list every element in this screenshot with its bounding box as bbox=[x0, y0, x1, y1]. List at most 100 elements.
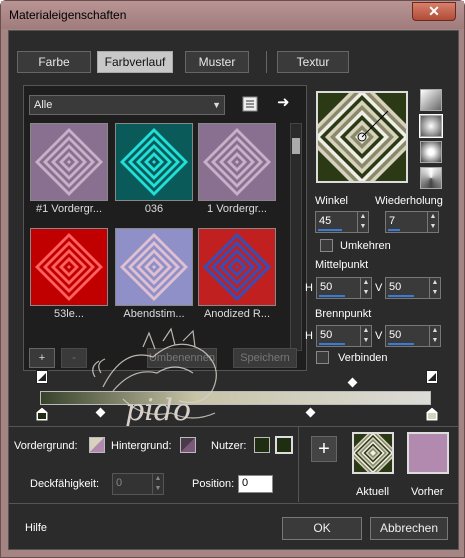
center-h-label: H bbox=[305, 282, 313, 294]
background-swatch[interactable] bbox=[180, 437, 196, 453]
library-scrollbar[interactable] bbox=[290, 123, 302, 351]
dialog-window: Materialeigenschaften ✕ Farbe Farbverlau… bbox=[0, 0, 465, 558]
invert-label[interactable]: Umkehren bbox=[340, 240, 391, 252]
invert-checkbox[interactable] bbox=[320, 239, 333, 252]
title-bar: Materialeigenschaften ✕ bbox=[1, 1, 464, 29]
add-to-swatches-button[interactable]: + bbox=[311, 436, 337, 462]
repeat-label: Wiederholung bbox=[375, 195, 443, 207]
angle-spinner[interactable]: 45 ▲ ▼ bbox=[315, 211, 369, 233]
category-value: Alle bbox=[34, 99, 53, 111]
opacity-midpoint-marker[interactable] bbox=[347, 377, 358, 388]
gradient-thumbnail-label: Anodized R... bbox=[203, 308, 271, 320]
center-v-label: V bbox=[375, 282, 383, 294]
spinner-arrows-icon[interactable]: ▲ ▼ bbox=[152, 474, 163, 494]
focus-h-value: 50 bbox=[320, 329, 333, 341]
center-v-slider-bar[interactable] bbox=[388, 295, 414, 297]
save-button[interactable]: Speichern bbox=[233, 348, 297, 368]
position-field[interactable]: 0 bbox=[238, 475, 273, 493]
position-value: 0 bbox=[242, 477, 249, 489]
link-checkbox[interactable] bbox=[316, 351, 329, 364]
center-v-value: 50 bbox=[389, 281, 402, 293]
focus-v-label: V bbox=[375, 330, 383, 342]
foreground-label: Vordergrund: bbox=[14, 440, 78, 452]
previous-label: Vorher bbox=[411, 486, 444, 498]
spinner-arrows-icon[interactable]: ▲ ▼ bbox=[427, 212, 438, 232]
opacity-value: 0 bbox=[116, 477, 123, 489]
radial-gradient-type-button[interactable] bbox=[420, 141, 442, 163]
angle-label: Winkel bbox=[315, 195, 349, 207]
background-label: Hintergrund: bbox=[111, 440, 172, 452]
close-button[interactable]: ✕ bbox=[412, 2, 456, 21]
linear-gradient-type-button[interactable] bbox=[420, 89, 442, 111]
center-point-label: Mittelpunkt bbox=[315, 259, 369, 271]
spinner-arrows-icon[interactable]: ▲ ▼ bbox=[429, 278, 440, 298]
position-label: Position: bbox=[192, 478, 235, 490]
spinner-arrows-icon[interactable]: ▲ ▼ bbox=[360, 278, 371, 298]
angle-value: 45 bbox=[319, 215, 332, 227]
divider bbox=[298, 427, 299, 502]
gradient-thumbnail-label: 036 bbox=[144, 203, 164, 215]
tab-farbe[interactable]: Farbe bbox=[17, 51, 91, 73]
focus-h-slider-bar[interactable] bbox=[319, 343, 345, 345]
add-gradient-button[interactable]: + bbox=[29, 348, 55, 368]
color-stop-bottom-left-icon[interactable] bbox=[35, 406, 49, 422]
gradient-thumbnail-label: #1 Vordergr... bbox=[35, 203, 103, 215]
tab-farbverlauf[interactable]: Farbverlauf bbox=[97, 51, 173, 73]
user-color-swatch[interactable] bbox=[254, 437, 270, 453]
color-stop-bottom-right-icon[interactable] bbox=[425, 406, 439, 422]
focus-v-slider-bar[interactable] bbox=[388, 343, 414, 345]
window-title: Materialeigenschaften bbox=[9, 8, 127, 22]
repeat-value: 7 bbox=[389, 215, 396, 227]
spinner-arrows-icon[interactable]: ▲ ▼ bbox=[429, 326, 440, 346]
link-label[interactable]: Verbinden bbox=[338, 352, 388, 364]
tab-muster[interactable]: Muster bbox=[185, 51, 249, 73]
center-v-spinner[interactable]: 50 ▲ ▼ bbox=[385, 277, 441, 299]
previous-material-swatch[interactable] bbox=[407, 432, 449, 474]
center-h-spinner[interactable]: 50 ▲ ▼ bbox=[316, 277, 372, 299]
focus-v-value: 50 bbox=[389, 329, 402, 341]
focus-v-spinner[interactable]: 50 ▲ ▼ bbox=[385, 325, 441, 347]
divider bbox=[9, 503, 458, 504]
arrow-right-icon[interactable]: ➜ bbox=[277, 95, 293, 111]
tab-textur[interactable]: Textur bbox=[277, 51, 349, 73]
user-color-swatch-selected[interactable] bbox=[275, 436, 293, 454]
user-label: Nutzer: bbox=[211, 440, 247, 452]
gradient-thumbnail[interactable] bbox=[115, 228, 193, 306]
repeat-spinner[interactable]: 7 ▲ ▼ bbox=[385, 211, 439, 233]
focus-h-spinner[interactable]: 50 ▲ ▼ bbox=[316, 325, 372, 347]
divider bbox=[9, 426, 458, 427]
gradient-preview[interactable] bbox=[316, 91, 408, 183]
foreground-swatch[interactable] bbox=[89, 437, 105, 453]
help-link[interactable]: Hilfe bbox=[25, 522, 47, 534]
gradient-thumbnail-label: 53le... bbox=[54, 308, 84, 320]
gradient-thumbnail-label: Abendstim... bbox=[123, 308, 185, 320]
chevron-down-icon: ▼ bbox=[212, 100, 221, 110]
gradient-thumbnail[interactable] bbox=[115, 123, 193, 201]
sunburst-gradient-type-button[interactable] bbox=[420, 167, 442, 189]
ok-button[interactable]: OK bbox=[282, 517, 362, 540]
gradient-thumbnail[interactable] bbox=[30, 228, 108, 306]
gradient-thumbnail-label: 1 Vordergr... bbox=[207, 203, 267, 215]
list-view-icon[interactable] bbox=[242, 96, 258, 112]
current-label: Aktuell bbox=[356, 486, 390, 498]
color-midpoint-marker[interactable] bbox=[305, 407, 316, 418]
opacity-spinner[interactable]: 0 ▲ ▼ bbox=[112, 473, 164, 495]
category-dropdown[interactable]: Alle ▼ bbox=[29, 95, 225, 115]
gradient-thumbnail[interactable] bbox=[30, 123, 108, 201]
color-stop-top-right-icon[interactable] bbox=[426, 370, 438, 384]
rectangular-gradient-type-button[interactable] bbox=[419, 114, 443, 138]
focus-h-label: H bbox=[305, 330, 313, 342]
current-material-swatch[interactable] bbox=[352, 432, 394, 474]
gradient-thumbnail[interactable] bbox=[198, 123, 276, 201]
cancel-button[interactable]: Abbrechen bbox=[370, 517, 448, 540]
watermark-text: pido bbox=[125, 393, 192, 428]
spinner-arrows-icon[interactable]: ▲ ▼ bbox=[360, 326, 371, 346]
gradient-thumbnail[interactable] bbox=[198, 228, 276, 306]
color-stop-top-left-icon[interactable] bbox=[36, 370, 48, 384]
repeat-slider-bar[interactable] bbox=[388, 229, 400, 231]
tab-separator bbox=[266, 51, 267, 73]
spinner-arrows-icon[interactable]: ▲ ▼ bbox=[357, 212, 368, 232]
scrollbar-thumb[interactable] bbox=[292, 138, 300, 154]
angle-slider-bar[interactable] bbox=[318, 229, 342, 231]
center-h-slider-bar[interactable] bbox=[319, 295, 345, 297]
